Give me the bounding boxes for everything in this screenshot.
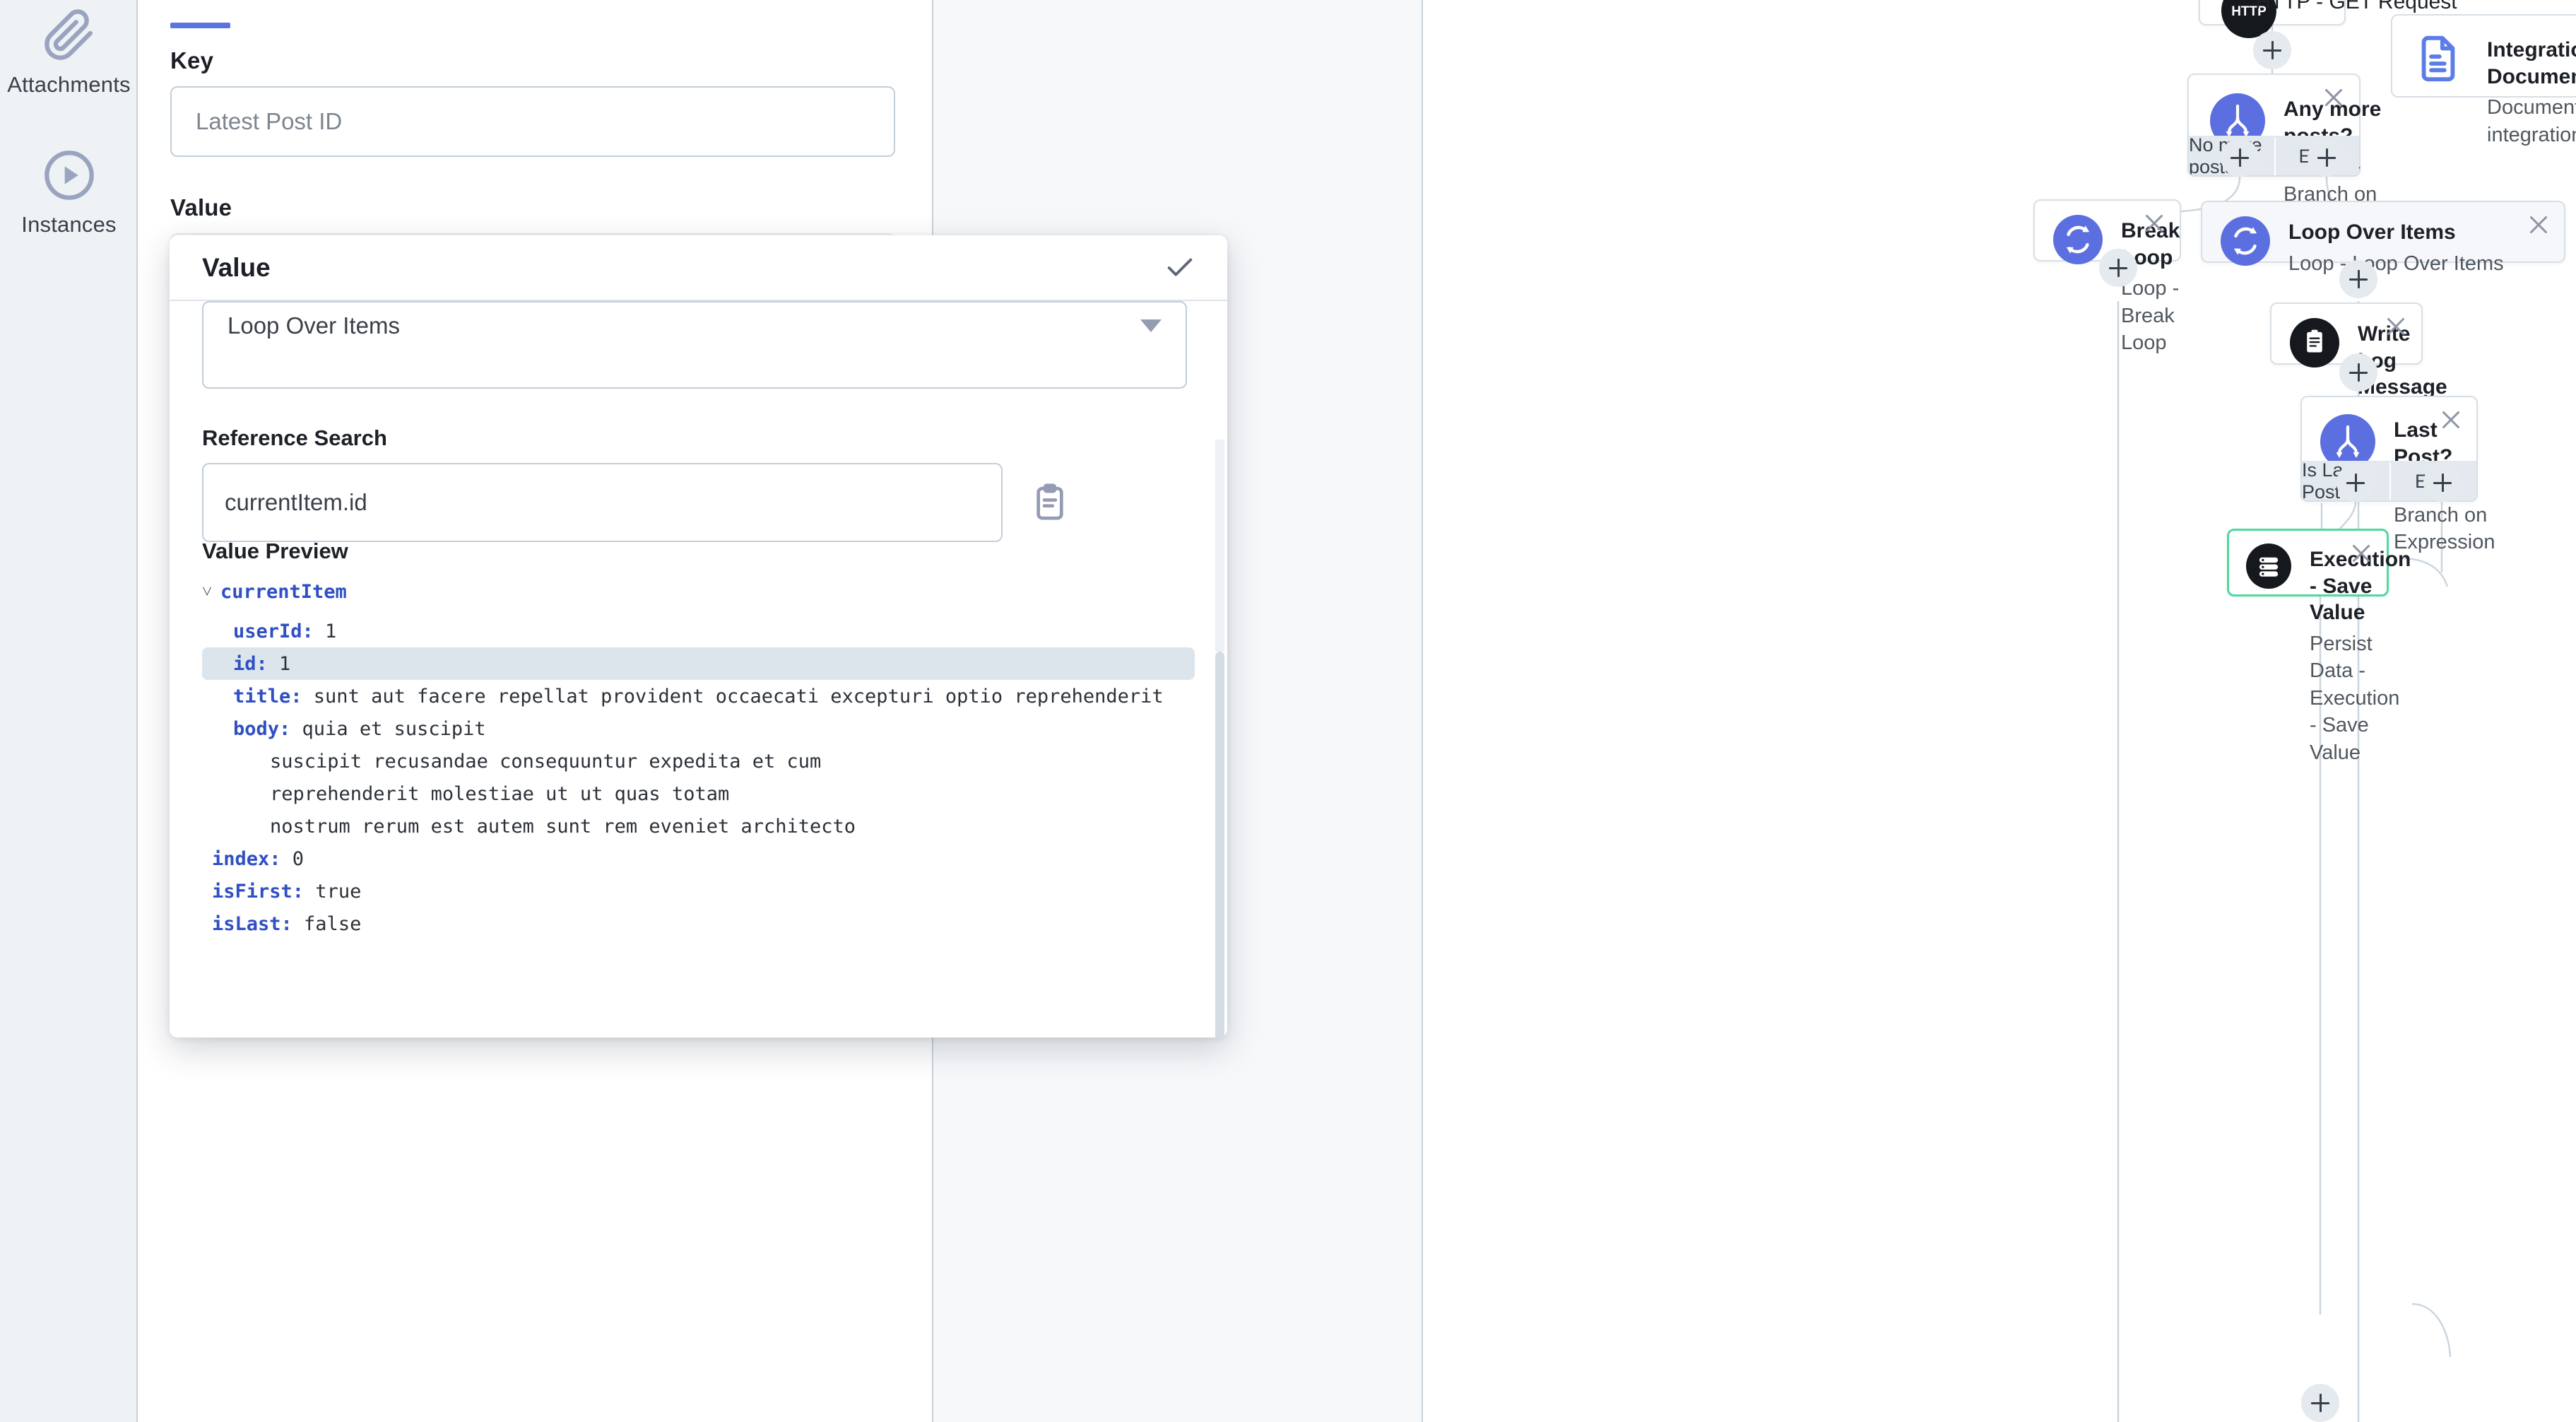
tree-row-value: nostrum rerum est autem sunt rem eveniet… <box>270 817 856 836</box>
modal-title: Value <box>202 253 271 283</box>
add-step-button-bottom[interactable] <box>2301 1384 2339 1422</box>
tree-row-value: true <box>315 882 361 901</box>
tree-row-key: isFirst: <box>212 882 315 901</box>
key-input-placeholder: Latest Post ID <box>196 108 342 135</box>
play-circle-icon <box>42 148 96 202</box>
key-field-label: Key <box>170 47 213 74</box>
node-http-get-request-title: HTTP - GET Request <box>2255 0 2457 14</box>
tree-root-row[interactable]: ˅ currentItem <box>202 582 1195 615</box>
check-icon[interactable] <box>1164 252 1196 284</box>
paperclip-icon <box>42 8 96 62</box>
source-select-value: Loop Over Items <box>228 312 400 339</box>
tree-root-label: currentItem <box>220 582 347 601</box>
add-step-button[interactable] <box>2253 31 2291 69</box>
chevron-down-icon <box>1140 319 1162 332</box>
add-step-button-else[interactable] <box>2308 139 2346 177</box>
left-icon-rail: Attachments Instances <box>0 0 138 1422</box>
workflow-canvas[interactable]: HTTP HTTP - GET Request Integration Docu… <box>1424 0 2576 1422</box>
value-field-label: Value <box>170 194 232 221</box>
tree-row-value: quia et suscipit <box>302 719 486 739</box>
node-execution-save-value-subtitle: Persist Data - Execution - Save Value <box>2310 630 2396 767</box>
reference-search-label: Reference Search <box>202 425 387 451</box>
tree-row-value: false <box>304 915 361 934</box>
loop-icon <box>2221 216 2270 266</box>
integration-documentation-title: Integration Documentation <box>2487 37 2576 90</box>
chevron-expanded-icon: ˅ <box>202 582 220 600</box>
modal-body: Loop Over Items Reference Search current… <box>170 301 1227 1038</box>
tree-row-key: userId: <box>233 622 325 641</box>
close-icon[interactable] <box>2321 85 2346 110</box>
add-step-button-loop-body[interactable] <box>2339 260 2377 298</box>
scrollbar-thumb[interactable] <box>1215 652 1224 1038</box>
tree-row-value: 1 <box>325 622 336 641</box>
database-icon <box>2246 543 2291 589</box>
add-step-button-break-loop[interactable] <box>2099 249 2137 287</box>
node-loop-over-items-title: Loop Over Items <box>2288 219 2504 246</box>
clipboard-icon[interactable] <box>1030 483 1070 522</box>
tree-row-key: isLast: <box>212 915 304 934</box>
loop-icon <box>2053 215 2103 264</box>
sidebar-item-attachments-label: Attachments <box>7 72 131 98</box>
sidebar-item-instances[interactable]: Instances <box>0 148 138 237</box>
value-editor-modal: Value Loop Over Items Reference Search c… <box>170 235 1227 1038</box>
tree-row-value: suscipit recusandae consequuntur expedit… <box>270 752 821 771</box>
add-step-button-last-post-else[interactable] <box>2423 464 2462 502</box>
tree-row-value: sunt aut facere repellat provident occae… <box>314 687 1164 706</box>
app-root: Attachments Instances Key Latest Post ID… <box>0 0 2576 1422</box>
sidebar-item-instances-label: Instances <box>21 212 117 237</box>
close-icon[interactable] <box>2526 212 2551 237</box>
tree-row-key: index: <box>212 850 293 869</box>
reference-search-value: currentItem.id <box>225 489 367 516</box>
close-icon[interactable] <box>2438 407 2464 433</box>
tree-row-key: title: <box>233 687 314 706</box>
reference-search-input[interactable]: currentItem.id <box>202 463 1003 542</box>
tree-row-key: body: <box>233 719 302 739</box>
close-icon[interactable] <box>2383 314 2409 339</box>
sidebar-item-attachments[interactable]: Attachments <box>0 8 138 98</box>
tree-row[interactable]: id: 1 <box>202 647 1195 680</box>
key-input[interactable]: Latest Post ID <box>170 86 895 157</box>
node-execution-save-value[interactable]: Execution - Save Value Persist Data - Ex… <box>2227 529 2389 597</box>
modal-scrollbar[interactable] <box>1215 440 1224 1038</box>
source-select[interactable]: Loop Over Items <box>202 301 1187 389</box>
node-loop-over-items-subtitle: Loop - Loop Over Items <box>2288 250 2504 278</box>
node-break-loop-subtitle: Loop - Break Loop <box>2121 275 2180 357</box>
tree-row-value: 0 <box>293 850 304 869</box>
tree-row[interactable]: isLast: false <box>202 907 1195 940</box>
document-icon <box>2413 34 2469 89</box>
clipboard-log-icon <box>2290 318 2339 368</box>
tree-row[interactable]: title: sunt aut facere repellat providen… <box>202 680 1195 712</box>
tree-row[interactable]: index: 0 <box>202 842 1195 875</box>
modal-header: Value <box>170 235 1227 301</box>
add-step-button-write-log[interactable] <box>2339 353 2377 392</box>
integration-documentation-card[interactable]: Integration Documentation Document your … <box>2391 14 2576 98</box>
node-write-log-message[interactable]: Write Log Message Log - Write Log Messag… <box>2270 302 2423 365</box>
add-step-button-no-more-posts[interactable] <box>2221 139 2259 177</box>
active-tab-indicator <box>170 23 230 28</box>
tree-row[interactable]: isFirst: true <box>202 875 1195 907</box>
close-icon[interactable] <box>2141 211 2167 236</box>
integration-documentation-subtitle: Document your integration <box>2487 94 2576 148</box>
tree-row-key: id: <box>233 654 279 674</box>
tree-row[interactable]: nostrum rerum est autem sunt rem eveniet… <box>202 810 1195 842</box>
tree-row[interactable]: suscipit recusandae consequuntur expedit… <box>202 745 1195 777</box>
value-preview-tree: ˅ currentItem userId: 1id: 1title: sunt … <box>202 582 1195 940</box>
tree-row-value: reprehenderit molestiae ut ut quas totam <box>270 785 729 804</box>
tree-row[interactable]: userId: 1 <box>202 615 1195 647</box>
node-loop-over-items[interactable]: Loop Over Items Loop - Loop Over Items <box>2201 201 2565 263</box>
add-step-button-is-last-post[interactable] <box>2336 464 2375 502</box>
close-icon[interactable] <box>2348 541 2374 566</box>
tree-row[interactable]: body: quia et suscipit <box>202 712 1195 745</box>
value-preview-label: Value Preview <box>202 539 348 564</box>
tree-row-value: 1 <box>279 654 290 674</box>
tree-row[interactable]: reprehenderit molestiae ut ut quas totam <box>202 777 1195 810</box>
scrollbar-track <box>1215 440 1224 652</box>
